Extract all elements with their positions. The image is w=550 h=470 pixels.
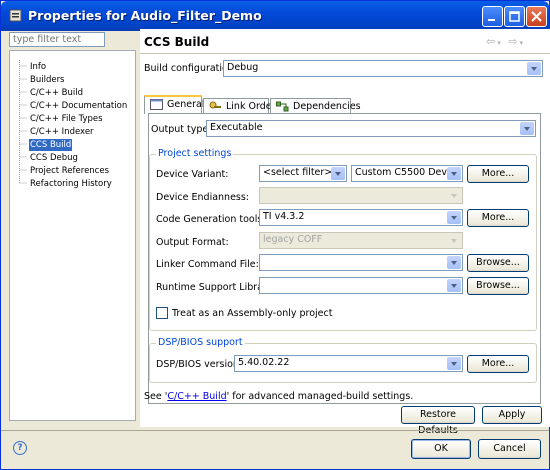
dspbios-version-label: DSP/BIOS version: (156, 359, 243, 370)
codegen-more-button[interactable]: More... (467, 209, 529, 227)
tab-link-order-label: Link Order (226, 101, 276, 112)
tree-item-ccs-debug[interactable]: CCS Debug (29, 152, 79, 164)
chevron-down-icon (447, 357, 461, 370)
minimize-button[interactable] (482, 6, 503, 27)
assembly-only-checkbox[interactable] (156, 307, 168, 319)
output-type-label: Output type: (151, 124, 212, 135)
chevron-down-icon (447, 167, 461, 180)
apply-button[interactable]: Apply (482, 406, 542, 424)
code-generation-tools-label: Code Generation tools: (156, 214, 266, 225)
chevron-down-icon (447, 279, 461, 292)
chevron-down-icon (331, 167, 345, 180)
tree-item-cpp-file-types[interactable]: C/C++ File Types (29, 113, 104, 125)
back-arrow-icon[interactable]: ⇦ (486, 35, 497, 48)
chevron-down-icon (447, 211, 461, 224)
build-config-value: Debug (227, 62, 259, 73)
cpp-build-link[interactable]: C/C++ Build (167, 391, 226, 402)
tab-general[interactable]: General (144, 95, 205, 114)
output-format-select[interactable]: legacy COFF (259, 232, 463, 249)
forward-dropdown-icon[interactable]: ▾ (519, 39, 525, 47)
chevron-down-icon (447, 189, 461, 202)
dspbios-version-select[interactable]: 5.40.02.22 (234, 355, 463, 372)
ok-button[interactable]: OK (411, 439, 471, 459)
close-button[interactable] (526, 6, 547, 27)
device-variant-label: Device Variant: (156, 169, 229, 180)
dependencies-icon (276, 101, 289, 112)
device-endianness-select[interactable] (259, 187, 463, 204)
dspbios-version-value: 5.40.02.22 (238, 357, 290, 368)
device-variant-value: Custom C5500 Device (355, 167, 461, 178)
window-title: Properties for Audio_Filter_Demo (28, 8, 262, 23)
chevron-down-icon (527, 62, 541, 75)
filter-input[interactable] (9, 32, 105, 47)
close-icon (531, 11, 542, 22)
device-more-button[interactable]: More... (467, 165, 529, 183)
chevron-down-icon (520, 122, 534, 135)
help-icon[interactable]: ? (13, 441, 27, 455)
device-filter-select[interactable]: <select filter> (259, 165, 347, 182)
chevron-down-icon (447, 234, 461, 247)
property-tree: Info Builders C/C++ Build C/C++ Document… (9, 50, 136, 421)
tree-item-cpp-documentation[interactable]: C/C++ Documentation (29, 100, 128, 112)
output-type-select[interactable]: Executable (206, 120, 536, 137)
device-endianness-label: Device Endianness: (156, 192, 250, 203)
runtime-support-library-select[interactable] (259, 277, 463, 294)
output-format-value: legacy COFF (263, 234, 323, 245)
note-prefix: See ' (144, 391, 168, 402)
linker-command-file-label: Linker Command File: (156, 259, 259, 270)
bottom-separator (1, 430, 549, 431)
history-nav: ⇦▾ ⇨▾ (486, 35, 525, 48)
tree-item-ccs-build[interactable]: CCS Build (29, 139, 73, 151)
note-suffix: ' for advanced managed-build settings. (226, 391, 414, 402)
tab-general-label: General (167, 99, 205, 110)
tree-item-info[interactable]: Info (29, 61, 47, 73)
restore-defaults-button[interactable]: Restore Defaults (401, 406, 475, 436)
device-variant-select[interactable]: Custom C5500 Device (351, 165, 463, 182)
runtime-browse-button[interactable]: Browse... (467, 277, 529, 295)
code-generation-tools-select[interactable]: TI v4.3.2 (259, 209, 463, 226)
device-filter-value: <select filter> (263, 167, 333, 178)
minimize-icon (488, 19, 495, 21)
cancel-button[interactable]: Cancel (478, 439, 541, 459)
code-generation-tools-value: TI v4.3.2 (263, 211, 305, 222)
advanced-settings-note: See 'C/C++ Build' for advanced managed-b… (144, 391, 413, 402)
output-type-value: Executable (210, 122, 263, 133)
properties-icon (9, 9, 22, 22)
page-title: CCS Build (144, 35, 210, 49)
properties-dialog: Properties for Audio_Filter_Demo Info Bu… (0, 0, 550, 470)
linker-command-file-select[interactable] (259, 254, 463, 271)
tab-dependencies[interactable]: Dependencies (270, 98, 361, 114)
forward-arrow-icon[interactable]: ⇨ (508, 35, 519, 48)
title-bar: Properties for Audio_Filter_Demo (1, 1, 549, 31)
tree-item-project-references[interactable]: Project References (29, 165, 110, 177)
chevron-down-icon (447, 256, 461, 269)
tree-item-builders[interactable]: Builders (29, 74, 66, 86)
back-dropdown-icon[interactable]: ▾ (497, 39, 503, 47)
general-tab-icon (150, 99, 163, 110)
runtime-support-library-label: Runtime Support Library: (156, 282, 276, 293)
output-format-label: Output Format: (156, 237, 229, 248)
dspbios-more-button[interactable]: More... (467, 355, 529, 373)
maximize-icon (509, 11, 520, 22)
build-config-select[interactable]: Debug (223, 60, 543, 77)
project-settings-title: Project settings (156, 148, 234, 159)
tab-dependencies-label: Dependencies (293, 101, 361, 112)
maximize-button[interactable] (504, 6, 525, 27)
assembly-only-label[interactable]: Treat as an Assembly-only project (172, 308, 332, 319)
tree-item-cpp-indexer[interactable]: C/C++ Indexer (29, 126, 95, 138)
tab-link-order[interactable]: Link Order (203, 98, 275, 114)
tree-lines (19, 60, 27, 184)
linker-browse-button[interactable]: Browse... (467, 254, 529, 272)
tree-item-refactoring-history[interactable]: Refactoring History (29, 178, 113, 190)
header-separator (140, 53, 550, 54)
dspbios-title: DSP/BIOS support (156, 337, 245, 348)
link-order-icon (209, 101, 221, 109)
tree-item-cpp-build[interactable]: C/C++ Build (29, 87, 84, 99)
